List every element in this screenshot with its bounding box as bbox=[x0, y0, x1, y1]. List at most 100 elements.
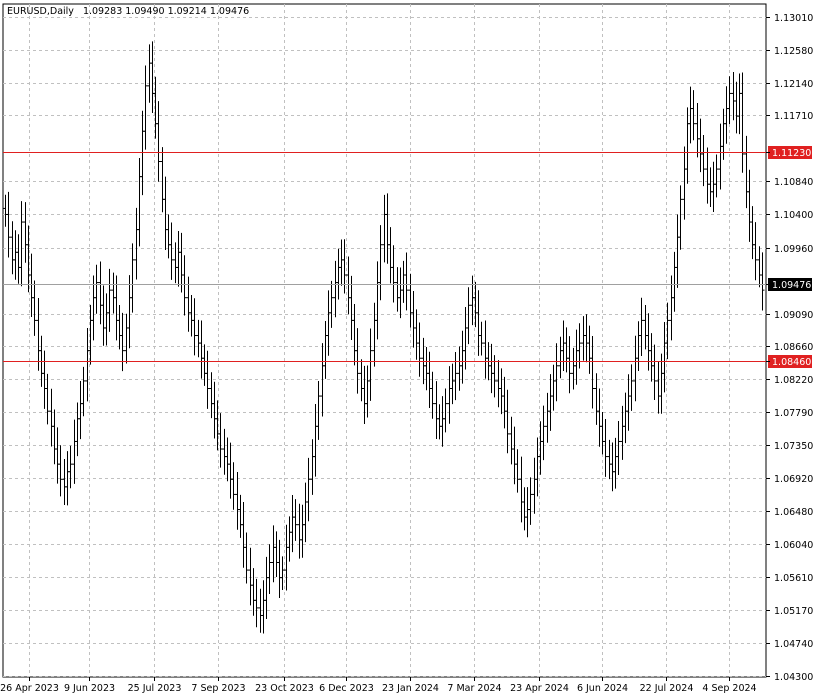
ohlc-bar bbox=[434, 381, 439, 439]
x-tick-label: 23 Jan 2024 bbox=[382, 683, 439, 694]
ohlc-bar bbox=[248, 547, 253, 606]
ohlc-bar bbox=[502, 376, 507, 429]
ohlc-bar bbox=[62, 459, 67, 506]
ohlc-bar bbox=[10, 221, 15, 275]
ohlc-bar bbox=[424, 346, 429, 391]
ohlc-bar bbox=[101, 285, 106, 346]
ohlc-bar bbox=[483, 320, 488, 379]
ohlc-bar bbox=[147, 44, 152, 103]
ohlc-bar bbox=[212, 381, 217, 439]
ohlc-bar bbox=[571, 347, 576, 390]
ohlc-bar bbox=[277, 539, 282, 598]
ohlc-bar bbox=[316, 380, 321, 440]
ohlc-bar bbox=[616, 421, 621, 475]
ohlc-bar bbox=[333, 260, 338, 318]
ohlc-bar bbox=[91, 275, 96, 341]
ohlc-bar bbox=[52, 409, 57, 465]
ohlc-bar bbox=[509, 416, 514, 465]
ohlc-bar bbox=[701, 135, 706, 187]
ohlc-bar bbox=[199, 320, 204, 379]
ohlc-bar bbox=[3, 194, 8, 227]
ohlc-bar bbox=[629, 364, 634, 411]
ohlc-bar bbox=[23, 202, 28, 263]
ohlc-bar bbox=[378, 225, 383, 301]
ohlc-bar bbox=[440, 396, 445, 447]
ohlc-bar bbox=[643, 305, 648, 350]
ohlc-bar bbox=[349, 275, 354, 341]
ohlc-bar bbox=[287, 516, 292, 562]
ohlc-bar bbox=[19, 201, 24, 287]
ohlc-bar bbox=[698, 118, 703, 173]
chart-title: EURUSD,Daily 1.09283 1.09490 1.09214 1.0… bbox=[7, 6, 249, 17]
ohlc-bar bbox=[114, 275, 119, 341]
ohlc-bar bbox=[633, 335, 638, 402]
ohlc-bar bbox=[189, 294, 194, 337]
symbol-label: EURUSD,Daily bbox=[7, 6, 74, 17]
ohlc-bar bbox=[708, 167, 713, 207]
ohlc-bar bbox=[16, 234, 21, 284]
ohlc-bar bbox=[264, 556, 269, 620]
x-tick-label: 22 Jul 2024 bbox=[640, 683, 694, 694]
y-tick-label: 1.06480 bbox=[774, 507, 813, 518]
ohlc-bar bbox=[466, 287, 471, 345]
ohlc-bar bbox=[567, 336, 572, 394]
ohlc-bar bbox=[244, 532, 249, 584]
ohlc-bar bbox=[450, 363, 455, 405]
chart-container: 1.09476 1.11230 1.08460 1.13010 1.12580 1.12… bbox=[0, 0, 814, 694]
ohlc-bar bbox=[29, 253, 34, 317]
y-tick-label: 1.07790 bbox=[774, 408, 813, 419]
ohlc-bar bbox=[744, 135, 749, 209]
ohlc-bar bbox=[757, 246, 762, 288]
ohlc-bar bbox=[600, 411, 605, 455]
ohlc-bar bbox=[81, 366, 86, 417]
ohlc-bar bbox=[13, 230, 18, 280]
ohlc-bar bbox=[541, 405, 546, 461]
ohlc-bar bbox=[594, 373, 599, 425]
ohlc-bar bbox=[222, 428, 227, 475]
ohlc-bar bbox=[124, 313, 129, 364]
ohlc-bar bbox=[32, 280, 37, 336]
ohlc-bar bbox=[714, 154, 719, 198]
ohlc-bar bbox=[512, 426, 517, 485]
ohlc-bar bbox=[603, 418, 608, 477]
ohlc-bar bbox=[414, 309, 419, 360]
ohlc-bar bbox=[554, 343, 559, 402]
ohlc-bar bbox=[271, 525, 276, 583]
x-tick-label: 6 Dec 2023 bbox=[319, 683, 374, 694]
y-tick-label: 1.10400 bbox=[774, 210, 813, 221]
ohlc-bar bbox=[127, 275, 132, 349]
x-tick-label: 26 Apr 2023 bbox=[0, 683, 59, 694]
ohlc-bar bbox=[639, 297, 644, 356]
price-chart[interactable]: 1.09476 1.11230 1.08460 1.13010 1.12580 1.12… bbox=[0, 0, 814, 694]
ohlc-bar bbox=[535, 437, 540, 497]
ohlc-bar bbox=[460, 330, 465, 384]
ohlc-readout: 1.09283 1.09490 1.09214 1.09476 bbox=[83, 6, 249, 17]
ohlc-bar bbox=[398, 267, 403, 319]
ohlc-bar bbox=[49, 388, 54, 447]
ohlc-bar bbox=[382, 194, 387, 263]
y-tick-label: 1.08220 bbox=[774, 375, 813, 386]
ohlc-bar bbox=[385, 193, 390, 264]
ohlc-bar bbox=[678, 185, 683, 250]
ohlc-bar bbox=[408, 273, 413, 328]
current-price-label: 1.09476 bbox=[772, 280, 811, 291]
ohlc-bar bbox=[470, 275, 475, 326]
ohlc-bar bbox=[685, 107, 690, 184]
ohlc-bar bbox=[36, 298, 41, 371]
ohlc-bar bbox=[137, 158, 142, 247]
ohlc-bar bbox=[421, 337, 426, 385]
ohlc-bar bbox=[623, 392, 628, 444]
ohlc-bar bbox=[120, 312, 125, 372]
ohlc-bar bbox=[718, 123, 723, 190]
y-tick-label: 1.05610 bbox=[774, 573, 813, 584]
ohlc-bar bbox=[430, 371, 435, 419]
ohlc-bar bbox=[75, 402, 80, 457]
ohlc-bar bbox=[417, 322, 422, 377]
ohlc-bar bbox=[395, 267, 400, 312]
ohlc-bar bbox=[652, 344, 657, 401]
ohlc-bar bbox=[117, 305, 122, 350]
ohlc-bar bbox=[313, 404, 318, 477]
y-tick-label: 1.10840 bbox=[774, 177, 813, 188]
ohlc-bar bbox=[584, 314, 589, 363]
y-tick-label: 1.09090 bbox=[774, 310, 813, 321]
